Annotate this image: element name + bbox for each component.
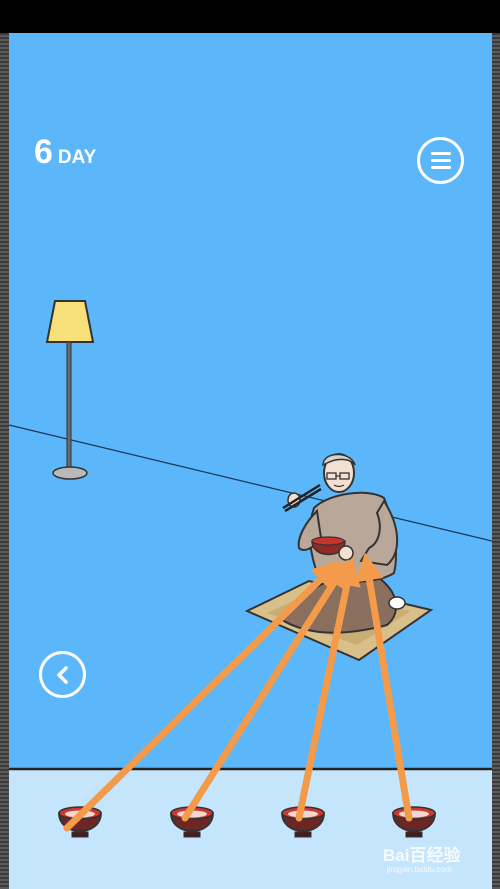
right-border <box>492 33 500 889</box>
left-border <box>0 33 9 889</box>
watermark-url: jingyan.baidu.com <box>387 865 452 874</box>
watermark: Bai百经验 <box>383 846 461 865</box>
game-screen: 6 DAY Bai百经验 jingyan.baidu.com <box>9 33 492 889</box>
day-text: DAY <box>57 147 97 168</box>
chevron-left-icon <box>56 665 68 684</box>
status-bar <box>0 0 500 33</box>
day-counter: 6 DAY <box>34 133 96 172</box>
back-button[interactable] <box>39 651 86 698</box>
day-number: 6 <box>34 133 53 171</box>
room-corner-line <box>9 424 492 542</box>
floor-lamp <box>45 300 95 480</box>
hamburger-menu-icon <box>430 152 451 169</box>
menu-button[interactable] <box>417 137 464 184</box>
